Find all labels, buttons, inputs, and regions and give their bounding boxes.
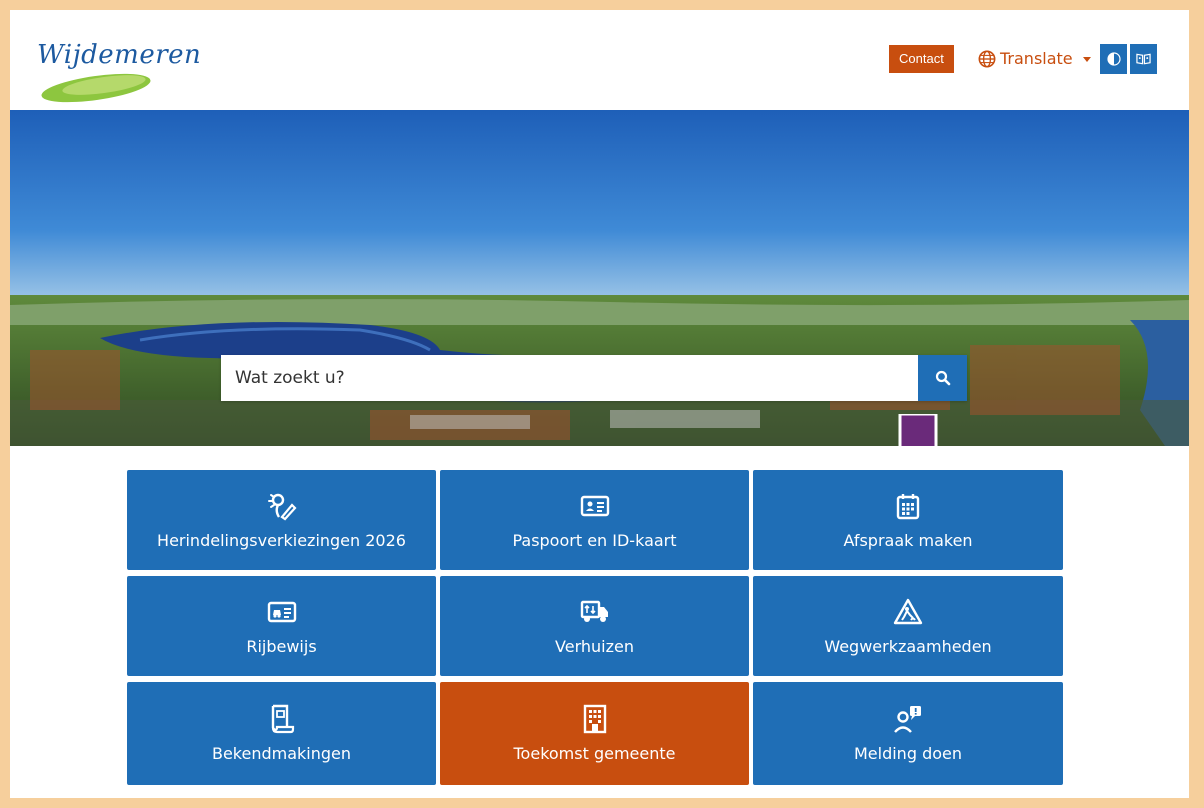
calendar-icon — [893, 491, 923, 521]
roadwork-icon — [893, 597, 923, 627]
moving-truck-icon — [580, 597, 610, 627]
tile-label: Melding doen — [853, 744, 962, 763]
tile-afspraak-maken[interactable]: Afspraak maken — [753, 470, 1063, 570]
tile-bekendmakingen[interactable]: Bekendmakingen — [127, 682, 436, 785]
announcement-icon — [267, 704, 297, 734]
contact-button[interactable]: Contact — [889, 45, 954, 73]
id-card-icon — [580, 491, 610, 521]
search-input[interactable] — [221, 355, 918, 401]
search-icon — [935, 370, 950, 386]
site-header: Wijdemeren Contact Translate — [10, 10, 1189, 110]
drivers-license-icon — [267, 597, 297, 627]
tile-rijbewijs[interactable]: Rijbewijs — [127, 576, 436, 676]
tile-label: Bekendmakingen — [211, 744, 352, 763]
contrast-icon — [1106, 52, 1121, 66]
tile-label: Herindelingsverkiezingen 2026 — [157, 530, 406, 550]
tile-label: Wegwerkzaamheden — [824, 636, 992, 656]
search-button[interactable] — [918, 355, 967, 401]
tile-label: Afspraak maken — [843, 530, 973, 550]
building-icon — [580, 704, 610, 734]
tile-label: Paspoort en ID-kaart — [512, 530, 677, 550]
contrast-button[interactable] — [1100, 44, 1127, 74]
pointer-arrow-icon — [898, 414, 938, 446]
logo-text: Wijdemeren — [37, 40, 202, 70]
reader-icon — [1136, 53, 1151, 65]
tile-toekomst-gemeente[interactable]: Toekomst gemeente — [440, 682, 749, 785]
search-bar — [221, 355, 967, 401]
tile-label: Rijbewijs — [246, 636, 317, 656]
tile-melding-doen[interactable]: Melding doen — [753, 682, 1063, 785]
tile-wegwerkzaamheden[interactable]: Wegwerkzaamheden — [753, 576, 1063, 676]
tile-label: Verhuizen — [555, 636, 634, 656]
report-person-icon — [893, 704, 923, 734]
globe-icon — [978, 50, 996, 68]
site-logo[interactable]: Wijdemeren — [34, 30, 204, 105]
voting-icon — [267, 491, 297, 521]
translate-label: Translate — [1000, 49, 1073, 68]
translate-dropdown[interactable]: Translate — [978, 46, 1091, 72]
tile-paspoort-id-kaart[interactable]: Paspoort en ID-kaart — [440, 470, 749, 570]
tile-verhuizen[interactable]: Verhuizen — [440, 576, 749, 676]
quick-links-grid: Herindelingsverkiezingen 2026 Paspoort e… — [127, 470, 1063, 785]
hero-banner — [10, 110, 1189, 446]
tile-label: Toekomst gemeente — [513, 744, 676, 763]
page-frame: Wijdemeren Contact Translate Wat zoekt u… — [10, 10, 1189, 798]
tile-herindelingsverkiezingen[interactable]: Herindelingsverkiezingen 2026 — [127, 470, 436, 570]
chevron-down-icon — [1082, 56, 1091, 62]
reader-button[interactable] — [1130, 44, 1157, 74]
